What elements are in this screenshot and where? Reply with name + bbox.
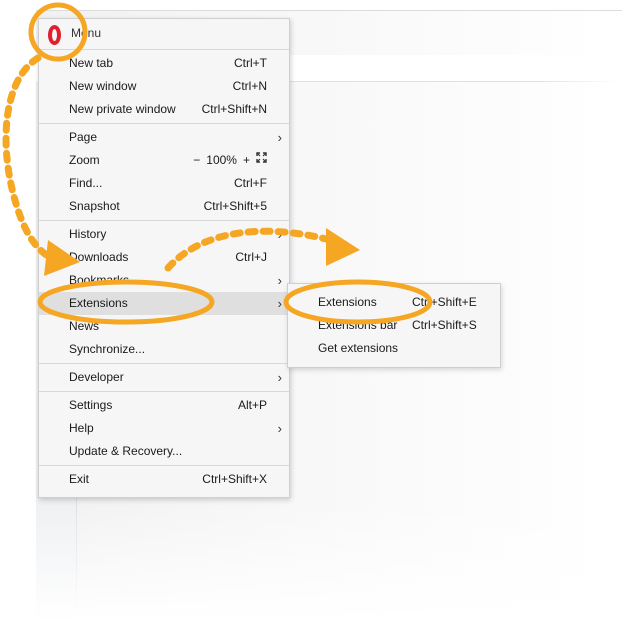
menu-item-find[interactable]: Find... Ctrl+F	[39, 172, 289, 195]
submenu-item-shortcut: Ctrl+Shift+E	[412, 295, 477, 309]
menu-item-downloads[interactable]: Downloads Ctrl+J	[39, 246, 289, 269]
menu-item-label: Bookmarks	[69, 273, 130, 287]
opera-logo-icon	[48, 25, 61, 45]
menu-item-label: Settings	[69, 398, 113, 412]
menu-item-label: Find...	[69, 176, 103, 190]
menu-separator	[39, 220, 289, 221]
right-fade	[532, 11, 622, 621]
menu-item-label: Zoom	[69, 153, 100, 167]
submenu-item-extensions-bar[interactable]: Extensions bar Ctrl+Shift+S	[288, 314, 500, 337]
submenu-item-get-extensions[interactable]: Get extensions	[288, 337, 500, 360]
menu-item-label: Synchronize...	[69, 342, 146, 356]
menu-separator	[39, 123, 289, 124]
menu-item-help[interactable]: Help ›	[39, 417, 289, 440]
chevron-right-icon: ›	[277, 130, 282, 145]
menu-item-shortcut: Ctrl+Shift+X	[202, 472, 267, 486]
menu-item-new-window[interactable]: New window Ctrl+N	[39, 75, 289, 98]
menu-item-shortcut: Ctrl+N	[232, 79, 267, 93]
menu-item-label: News	[69, 319, 100, 333]
submenu-item-label: Extensions bar	[318, 318, 398, 332]
menu-item-new-private-window[interactable]: New private window Ctrl+Shift+N	[39, 98, 289, 121]
menu-item-history[interactable]: History ›	[39, 223, 289, 246]
menu-item-settings[interactable]: Settings Alt+P	[39, 394, 289, 417]
fullscreen-icon[interactable]	[256, 149, 267, 172]
menu-item-shortcut: Ctrl+J	[235, 250, 267, 264]
chevron-right-icon: ›	[277, 273, 282, 288]
menu-item-shortcut: Ctrl+Shift+N	[201, 102, 267, 116]
menu-item-label: Extensions	[69, 296, 128, 310]
menu-item-update-recovery[interactable]: Update & Recovery...	[39, 440, 289, 463]
menu-item-snapshot[interactable]: Snapshot Ctrl+Shift+5	[39, 195, 289, 218]
menu-item-developer[interactable]: Developer ›	[39, 366, 289, 389]
zoom-in-button[interactable]: +	[243, 149, 250, 172]
menu-item-label: New window	[69, 79, 137, 93]
menu-button[interactable]: Menu	[39, 19, 289, 49]
menu-item-label: New private window	[69, 102, 176, 116]
opera-main-menu: Menu New tab Ctrl+T New window Ctrl+N Ne…	[38, 18, 290, 498]
menu-item-label: Exit	[69, 472, 90, 486]
menu-item-label: Snapshot	[69, 199, 120, 213]
menu-item-label: Page	[69, 130, 98, 144]
chevron-right-icon: ›	[277, 296, 282, 311]
menu-item-news[interactable]: News	[39, 315, 289, 338]
menu-item-label: New tab	[69, 56, 114, 70]
menu-title: Menu	[71, 26, 102, 40]
submenu-item-label: Get extensions	[318, 341, 399, 355]
menu-item-extensions[interactable]: Extensions ›	[39, 292, 289, 315]
menu-item-bookmarks[interactable]: Bookmarks ›	[39, 269, 289, 292]
menu-item-exit[interactable]: Exit Ctrl+Shift+X	[39, 468, 289, 491]
menu-item-shortcut: Alt+P	[237, 398, 267, 412]
submenu-item-label: Extensions	[318, 295, 377, 309]
menu-item-label: Developer	[69, 370, 124, 384]
menu-item-label: Downloads	[69, 250, 129, 264]
menu-separator	[39, 391, 289, 392]
menu-item-zoom: Zoom − 100% +	[39, 149, 289, 172]
menu-item-shortcut: Ctrl+T	[234, 56, 267, 70]
menu-item-synchronize[interactable]: Synchronize...	[39, 338, 289, 361]
zoom-out-button[interactable]: −	[193, 149, 200, 172]
menu-item-new-tab[interactable]: New tab Ctrl+T	[39, 52, 289, 75]
chevron-right-icon: ›	[277, 370, 282, 385]
menu-separator	[39, 465, 289, 466]
extensions-submenu: Extensions Ctrl+Shift+E Extensions bar C…	[287, 283, 501, 368]
menu-item-shortcut: Ctrl+Shift+5	[203, 199, 267, 213]
menu-item-shortcut: Ctrl+F	[234, 176, 267, 190]
zoom-level: 100%	[206, 153, 237, 167]
menu-separator	[39, 49, 289, 50]
menu-separator	[39, 363, 289, 364]
submenu-item-shortcut: Ctrl+Shift+S	[412, 318, 477, 332]
menu-item-label: Help	[69, 421, 94, 435]
chevron-right-icon: ›	[277, 227, 282, 242]
menu-item-page[interactable]: Page ›	[39, 126, 289, 149]
chevron-right-icon: ›	[277, 421, 282, 436]
menu-item-label: History	[69, 227, 107, 241]
submenu-item-extensions[interactable]: Extensions Ctrl+Shift+E	[288, 291, 500, 314]
zoom-controls: − 100% +	[193, 149, 267, 172]
menu-item-label: Update & Recovery...	[69, 444, 183, 458]
